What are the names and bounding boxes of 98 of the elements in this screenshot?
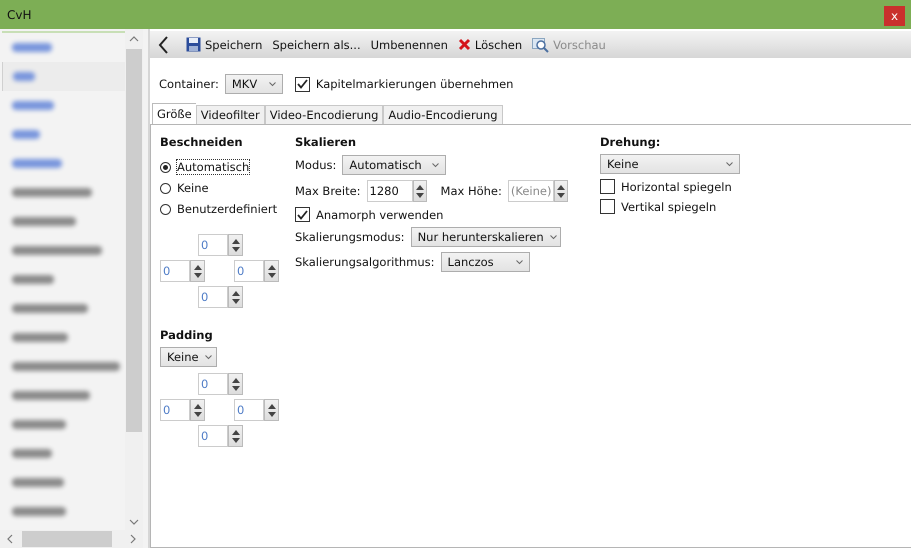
spin-buttons[interactable]: [190, 399, 205, 421]
spin-buttons[interactable]: [190, 260, 205, 282]
toolbar-button[interactable]: Speichern: [182, 35, 266, 54]
up-arrow-icon: [232, 238, 240, 244]
spin-buttons[interactable]: [228, 286, 243, 308]
toolbar-button[interactable]: Umbenennen: [366, 36, 452, 54]
radio-label: Automatisch: [177, 160, 250, 174]
checkbox[interactable]: [294, 76, 310, 92]
number-field[interactable]: (Keine): [508, 180, 554, 202]
checkbox-label: Anamorph verwenden: [316, 208, 444, 222]
number-field[interactable]: 1280: [366, 180, 413, 202]
section-heading: Drehung:: [600, 135, 662, 151]
checkmark-icon: [297, 210, 308, 220]
radio-label: Benutzerdefiniert: [177, 202, 278, 216]
up-arrow-icon: [232, 290, 240, 296]
toolbar-button[interactable]: Löschen: [454, 36, 526, 54]
up-arrow-icon: [232, 430, 240, 434]
checkbox-label: Vertikal spiegeln: [621, 200, 716, 214]
down-arrow-icon: [232, 438, 240, 442]
up-arrow-icon: [268, 264, 276, 270]
section-heading: Skalieren: [295, 135, 358, 151]
checkbox[interactable]: [600, 179, 615, 194]
checkbox-label: Horizontal spiegeln: [621, 180, 732, 194]
number-field[interactable]: 0: [198, 373, 228, 395]
section-heading: Beschneiden: [160, 135, 244, 151]
number-field[interactable]: 0: [198, 425, 228, 447]
radio-label: Keine: [177, 181, 209, 195]
chevron-down-icon: [516, 260, 523, 264]
spin-buttons[interactable]: [264, 260, 279, 282]
field-label: Skalierungsmodus:: [295, 230, 405, 244]
back-icon[interactable]: [158, 36, 170, 54]
number-field[interactable]: 0: [198, 286, 228, 308]
scroll-thumb[interactable]: [22, 531, 112, 547]
number-field[interactable]: 0: [160, 260, 190, 282]
up-arrow-icon: [194, 264, 202, 270]
close-button[interactable]: x: [884, 6, 905, 26]
chevron-down-icon: [726, 162, 733, 166]
spin-buttons[interactable]: [264, 399, 279, 421]
down-arrow-icon: [556, 192, 565, 198]
checkmark-icon: [296, 79, 308, 89]
scroll-right-icon[interactable]: [129, 534, 137, 544]
dropdown[interactable]: MKV: [224, 74, 283, 94]
checkbox[interactable]: [600, 199, 615, 214]
dropdown[interactable]: Keine: [600, 154, 740, 174]
number-field[interactable]: 0: [234, 260, 264, 282]
dropdown[interactable]: Keine: [160, 347, 217, 367]
number-field[interactable]: 0: [160, 399, 190, 421]
up-arrow-icon: [416, 184, 424, 190]
chevron-down-icon: [432, 162, 440, 168]
tab[interactable]: Audio-Encodierung: [383, 105, 503, 124]
radio-button[interactable]: [160, 162, 171, 172]
checkbox[interactable]: [295, 207, 310, 222]
spin-buttons[interactable]: [228, 425, 243, 447]
dropdown[interactable]: Nur herunterskalieren: [410, 227, 561, 247]
number-field[interactable]: 0: [234, 399, 264, 421]
down-arrow-icon: [194, 412, 202, 416]
up-arrow-icon: [194, 404, 202, 408]
up-arrow-icon: [556, 184, 565, 190]
down-arrow-icon: [232, 246, 240, 252]
scroll-up-icon[interactable]: [129, 35, 139, 43]
scroll-down-icon[interactable]: [129, 518, 139, 526]
field-label: Skalierungsalgorithmus:: [295, 255, 435, 269]
field-label: Max Breite:: [295, 184, 361, 198]
chevron-down-icon: [204, 354, 212, 360]
chevron-down-icon: [268, 82, 276, 86]
down-arrow-icon: [416, 192, 424, 198]
radio-button[interactable]: [160, 182, 171, 194]
tab[interactable]: Videofilter: [196, 105, 265, 124]
radio-button[interactable]: [160, 204, 171, 214]
cross-icon: [458, 38, 471, 51]
number-field[interactable]: 0: [198, 234, 228, 256]
field-label: Modus:: [295, 158, 336, 172]
sidebar-item[interactable]: [2, 62, 125, 91]
magnifier-icon: [532, 36, 550, 52]
window-title: CvH: [7, 8, 32, 22]
field-label: Max Höhe:: [440, 184, 502, 198]
tab[interactable]: Größe: [152, 103, 196, 124]
scroll-thumb[interactable]: [126, 49, 142, 432]
tab[interactable]: Video-Encodierung: [264, 105, 384, 124]
spin-buttons[interactable]: [412, 180, 427, 202]
chevron-down-icon: [550, 234, 557, 240]
checkbox-label: Kapitelmarkierungen übernehmen: [316, 77, 514, 91]
up-arrow-icon: [268, 404, 276, 408]
dropdown[interactable]: Automatisch: [342, 155, 446, 175]
section-heading: Padding: [160, 328, 214, 344]
down-arrow-icon: [232, 298, 240, 304]
dropdown[interactable]: Lanczos: [440, 252, 530, 272]
spin-buttons[interactable]: [228, 373, 243, 395]
spin-buttons[interactable]: [554, 180, 568, 202]
scroll-left-icon[interactable]: [6, 534, 14, 544]
down-arrow-icon: [268, 412, 276, 416]
down-arrow-icon: [232, 386, 240, 390]
spin-buttons[interactable]: [228, 234, 243, 256]
up-arrow-icon: [232, 378, 240, 382]
toolbar-button[interactable]: Speichern als...: [268, 36, 365, 54]
down-arrow-icon: [194, 272, 202, 278]
field-label: Container:: [159, 77, 219, 91]
down-arrow-icon: [268, 272, 276, 278]
